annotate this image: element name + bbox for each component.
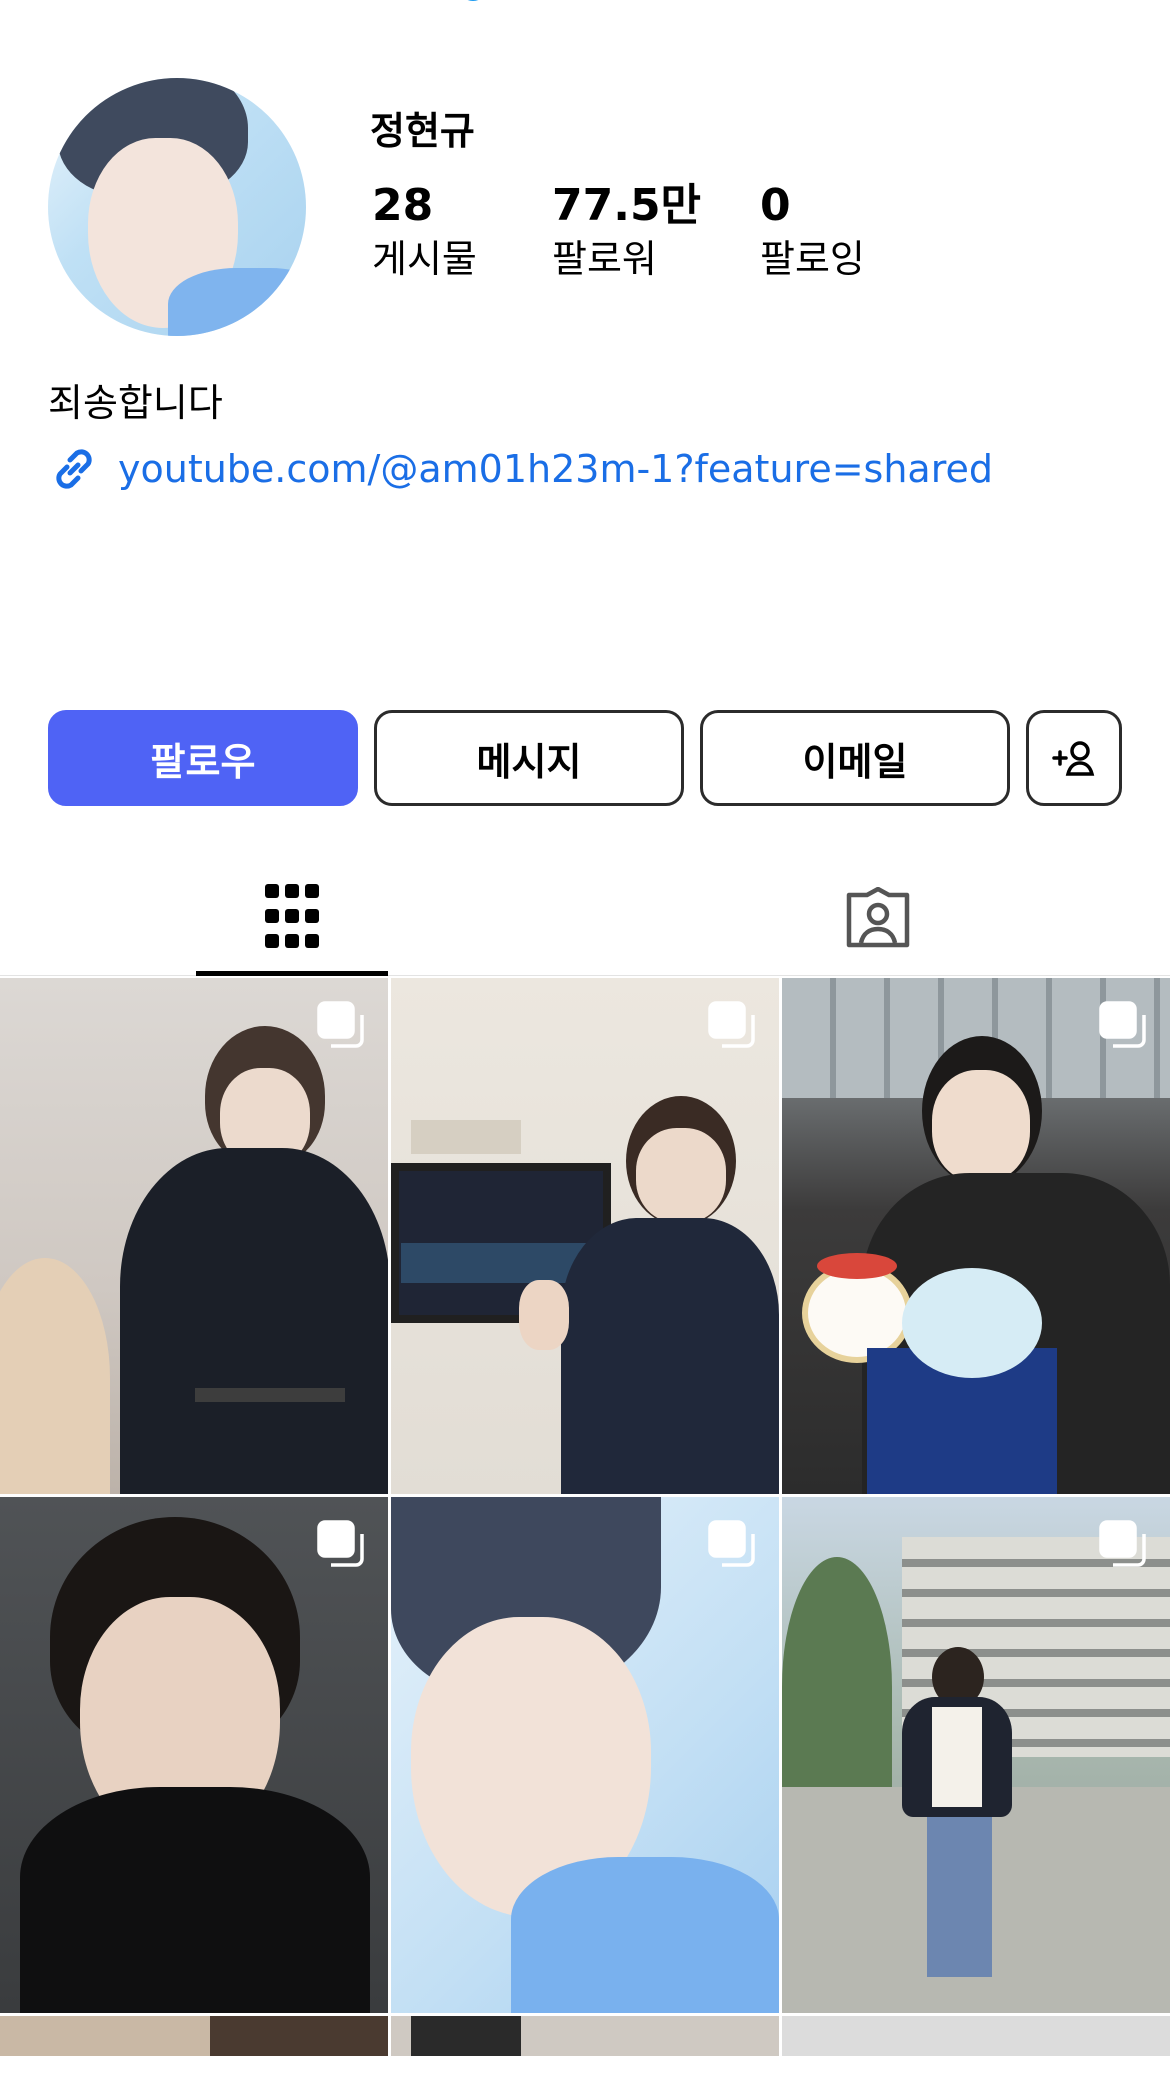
top-bar: am01h23m: [0, 0, 1170, 20]
multiple-photos-icon: [1099, 1001, 1146, 1048]
post-tile[interactable]: [0, 1497, 388, 2013]
tagged-person-icon: [846, 887, 910, 948]
profile-bio: 죄송합니다: [48, 381, 223, 425]
followers-count[interactable]: 77.5만 팔로워: [552, 180, 701, 284]
profile-link-text[interactable]: youtube.com/@am01h23m-1?feature=shared: [118, 447, 993, 491]
tab-posts-grid[interactable]: [196, 860, 388, 976]
post-tile[interactable]: [391, 2016, 779, 2056]
add-person-icon: [1052, 741, 1095, 776]
display-name: 정현규: [370, 109, 475, 153]
posts-count-label: 게시물: [372, 237, 477, 281]
multiple-photos-icon: [708, 1520, 755, 1567]
follow-button[interactable]: 팔로우: [48, 710, 358, 806]
message-button[interactable]: 메시지: [374, 710, 684, 806]
email-button[interactable]: 이메일: [700, 710, 1010, 806]
following-count[interactable]: 0 팔로잉: [760, 180, 865, 284]
posts-count[interactable]: 28 게시물: [372, 180, 477, 284]
post-tile[interactable]: [0, 2016, 388, 2056]
posts-count-value: 28: [372, 180, 434, 231]
link-icon: [56, 449, 92, 489]
profile-link[interactable]: youtube.com/@am01h23m-1?feature=shared: [48, 444, 993, 494]
multiple-photos-icon: [317, 1001, 364, 1048]
profile-tabs: [0, 860, 1170, 976]
following-count-label: 팔로잉: [760, 237, 865, 281]
post-tile[interactable]: [782, 978, 1170, 1494]
post-tile[interactable]: [782, 2016, 1170, 2056]
verified-badge-icon: [467, 0, 479, 1]
grid-icon: [265, 883, 319, 948]
post-tile[interactable]: [391, 1497, 779, 2013]
multiple-photos-icon: [317, 1520, 364, 1567]
multiple-photos-icon: [708, 1001, 755, 1048]
followers-count-value: 77.5만: [552, 180, 702, 231]
following-count-value: 0: [760, 180, 791, 231]
suggested-people-button[interactable]: [1026, 710, 1122, 806]
multiple-photos-icon: [1099, 1520, 1146, 1567]
profile-username: am01h23m: [110, 0, 385, 6]
tab-tagged[interactable]: [782, 860, 974, 976]
followers-count-label: 팔로워: [552, 237, 657, 281]
post-tile[interactable]: [391, 978, 779, 1494]
profile-avatar[interactable]: [48, 78, 306, 336]
post-tile[interactable]: [782, 1497, 1170, 2013]
post-tile[interactable]: [0, 978, 388, 1494]
